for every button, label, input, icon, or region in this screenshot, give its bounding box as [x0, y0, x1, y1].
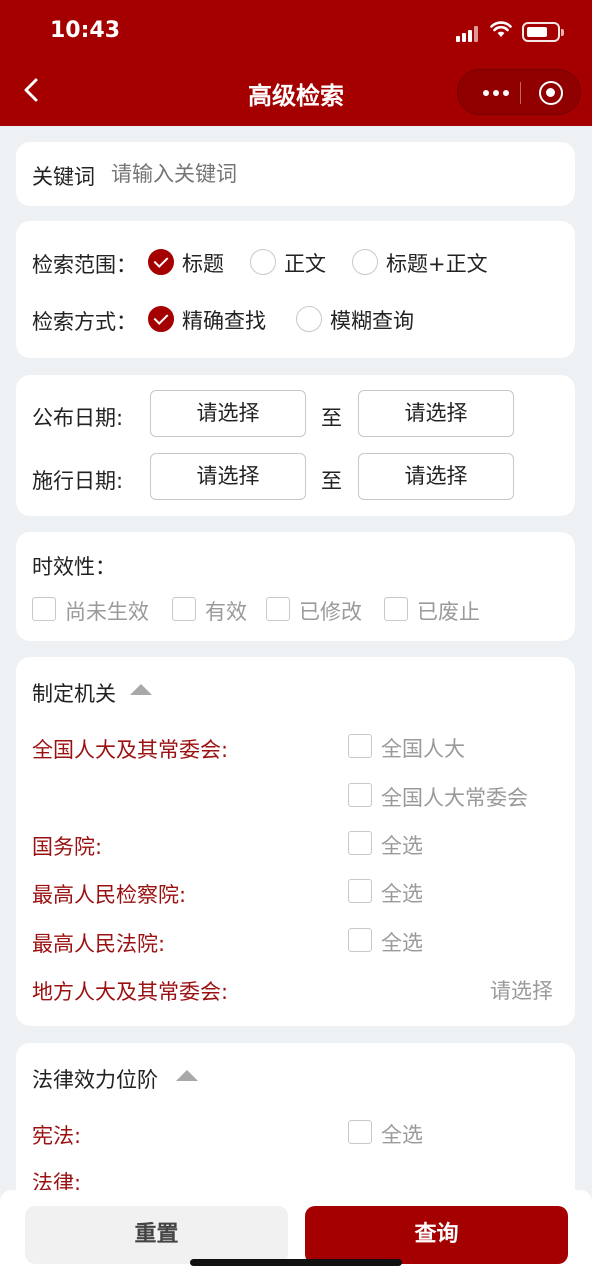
more-dots-icon[interactable]: [472, 70, 520, 116]
radio-mode-fuzzy[interactable]: [296, 306, 322, 332]
radio-mode-fuzzy-label[interactable]: 模糊查询: [330, 305, 414, 335]
checkbox-constitution-all[interactable]: [348, 1120, 372, 1144]
search-scope-label: 检索范围：: [32, 253, 137, 277]
authority-card: 制定机关 全国人大及其常委会: 全国人大 全国人大常委会 国务院: 全选 最高人…: [16, 657, 575, 1026]
legal-level-card: 法律效力位阶 宪法: 全选 法律:: [16, 1043, 575, 1203]
search-mode-label: 检索方式：: [32, 310, 137, 334]
radio-mode-exact[interactable]: [148, 306, 174, 332]
checkbox-effective-label[interactable]: 有效: [205, 596, 247, 626]
publish-date-from[interactable]: 请选择: [150, 390, 306, 437]
effective-date-label: 施行日期:: [32, 469, 124, 493]
checkbox-npc-standing[interactable]: [348, 783, 372, 807]
legal-level-title[interactable]: 法律效力位阶: [32, 1064, 158, 1094]
footer-bar: 重置 查询: [0, 1190, 592, 1280]
checkbox-court-all-label[interactable]: 全选: [381, 927, 423, 957]
status-time: 10:43: [50, 18, 121, 43]
keyword-input[interactable]: [111, 155, 551, 193]
validity-label: 时效性：: [32, 555, 116, 579]
authority-group-court: 最高人民法院:: [32, 932, 166, 956]
reset-button[interactable]: 重置: [25, 1206, 288, 1264]
home-indicator: [190, 1259, 402, 1266]
checkbox-procuratorate-all-label[interactable]: 全选: [381, 878, 423, 908]
checkbox-npc-standing-label[interactable]: 全国人大常委会: [381, 782, 528, 812]
date-card: 公布日期: 请选择 至 请选择 施行日期: 请选择 至 请选择: [16, 375, 575, 516]
authority-group-local: 地方人大及其常委会:: [32, 980, 229, 1004]
collapse-arrow-icon[interactable]: [176, 1070, 198, 1081]
authority-group-state-council: 国务院:: [32, 835, 103, 859]
battery-icon: [522, 22, 564, 42]
checkbox-constitution-all-label[interactable]: 全选: [381, 1119, 423, 1149]
effective-date-to[interactable]: 请选择: [358, 453, 514, 500]
effective-date-separator: 至: [321, 469, 342, 493]
cellular-signal-icon: [456, 26, 480, 42]
checkbox-npc-label[interactable]: 全国人大: [381, 733, 465, 763]
publish-date-separator: 至: [321, 406, 342, 430]
authority-group-npc: 全国人大及其常委会:: [32, 738, 229, 762]
keyword-label: 关键词: [32, 165, 95, 189]
checkbox-repealed[interactable]: [384, 597, 408, 621]
radio-scope-body[interactable]: [250, 249, 276, 275]
top-bar: 10:43 高级检索: [0, 0, 592, 126]
radio-scope-title[interactable]: [148, 249, 174, 275]
radio-scope-both-label[interactable]: 标题+正文: [386, 248, 488, 278]
legal-level-constitution: 宪法:: [32, 1124, 82, 1148]
checkbox-amended[interactable]: [266, 597, 290, 621]
checkbox-not-effective[interactable]: [32, 597, 56, 621]
checkbox-amended-label[interactable]: 已修改: [299, 596, 362, 626]
query-button[interactable]: 查询: [305, 1206, 568, 1264]
local-select[interactable]: 请选择: [490, 975, 553, 1005]
publish-date-label: 公布日期:: [32, 406, 124, 430]
checkbox-court-all[interactable]: [348, 928, 372, 952]
publish-date-to[interactable]: 请选择: [358, 390, 514, 437]
checkbox-effective[interactable]: [172, 597, 196, 621]
checkbox-procuratorate-all[interactable]: [348, 879, 372, 903]
radio-scope-both[interactable]: [352, 249, 378, 275]
checkbox-repealed-label[interactable]: 已废止: [417, 596, 480, 626]
authority-title[interactable]: 制定机关: [32, 678, 116, 708]
effective-date-from[interactable]: 请选择: [150, 453, 306, 500]
checkbox-not-effective-label[interactable]: 尚未生效: [65, 596, 149, 626]
search-options-card: 检索范围： 标题 正文 标题+正文 检索方式： 精确查找 模糊查询: [16, 221, 575, 358]
radio-scope-body-label[interactable]: 正文: [284, 248, 326, 278]
keyword-card: 关键词: [16, 142, 575, 206]
close-target-icon[interactable]: [539, 81, 563, 105]
radio-scope-title-label[interactable]: 标题: [182, 248, 224, 278]
mini-program-capsule: [457, 69, 581, 115]
radio-mode-exact-label[interactable]: 精确查找: [182, 305, 266, 335]
validity-card: 时效性： 尚未生效 有效 已修改 已废止: [16, 532, 575, 641]
wifi-icon: [490, 20, 512, 41]
checkbox-state-council-all-label[interactable]: 全选: [381, 830, 423, 860]
collapse-arrow-icon[interactable]: [130, 684, 152, 695]
checkbox-state-council-all[interactable]: [348, 831, 372, 855]
authority-group-procuratorate: 最高人民检察院:: [32, 883, 187, 907]
checkbox-npc[interactable]: [348, 734, 372, 758]
